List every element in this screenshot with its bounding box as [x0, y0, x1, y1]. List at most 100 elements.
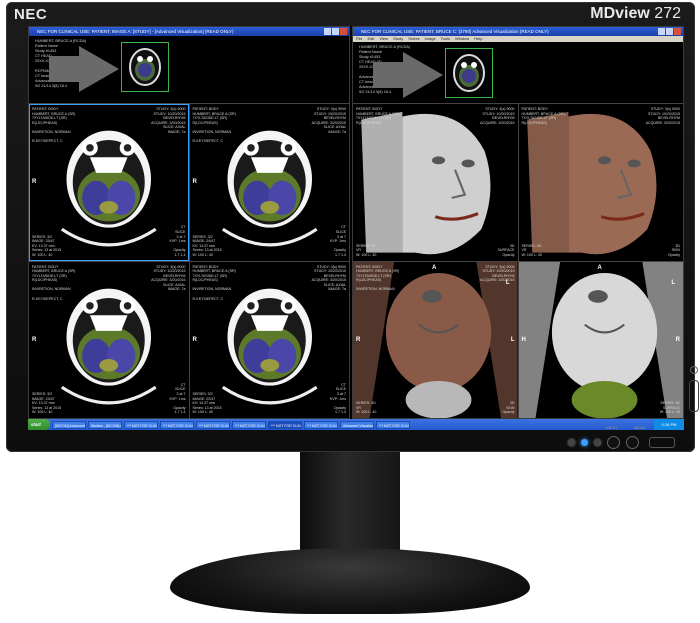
ct-viewport-4[interactable]: PATIENT: BODY HUMBERT, BRUCE A (SR) 7XYL…: [189, 261, 349, 418]
menu-item-help[interactable]: Help: [474, 36, 482, 41]
left-study-header: HUMBERT, BRUCE A (RCDA) Patient Name Stu…: [29, 36, 349, 104]
arrow-icon-body: [373, 62, 405, 88]
menu-item-window[interactable]: Window: [455, 36, 469, 41]
study-info-overlay: STUDY: 3(s) 9000 STUDY: 10/20/2015 BEVEL…: [311, 264, 346, 292]
ct-viewport-2[interactable]: PATIENT: BODY HUMBERT, BRUCE A (SR) 7XYL…: [189, 104, 349, 261]
orientation-label: A: [431, 264, 437, 271]
3d-volume-rendering[interactable]: [518, 104, 684, 261]
series-info-overlay: SERIES: 3D VR W: 100 L: 40: [356, 401, 377, 415]
start-button[interactable]: start: [28, 419, 50, 430]
arrow-icon: [403, 52, 443, 98]
window-level-overlay: CT SLICE 3 at 7 KVP: 1ms Opacity 1.7 1.4: [169, 382, 186, 415]
monitor-stand-neck: [300, 452, 400, 562]
taskbar-item[interactable]: *** NOT FOR CLINICA...: [304, 420, 338, 429]
render-info-overlay: 3D SURFACE Opacity: [497, 243, 515, 257]
series-thumbnail[interactable]: [445, 48, 493, 98]
taskbar-item[interactable]: *** NOT FOR CLINICA...: [124, 420, 158, 429]
series-info-overlay: SERIES: 3/2 IMAGE: 24/47 KV: 13.37 mm Se…: [192, 234, 222, 257]
minimize-icon[interactable]: [658, 28, 665, 35]
screen: NEC FOR CLINICAL USE: PATIENT, IMAGE A: …: [28, 26, 684, 430]
menu-item-study[interactable]: Study: [393, 36, 403, 41]
close-icon[interactable]: [674, 28, 681, 35]
taskbar-item[interactable]: *** NOT FOR CLINICA...: [268, 420, 302, 429]
taskbar-item[interactable]: *** NOT FOR CLINICA...: [196, 420, 230, 429]
series-info-overlay: SERIES: 3D VR W: 100 L: 40: [356, 243, 377, 257]
right-window-title: NEC FOR CLINICAL USE: PATIENT, BRUCE C: …: [361, 29, 549, 34]
render-info-overlay: 3D SKIN Opacity: [667, 243, 680, 257]
navigation-key[interactable]: [649, 437, 675, 448]
orientation-label: R: [32, 336, 37, 343]
right-study-header: HUMBERT, BRUCE A (RCDA) Patient Name Stu…: [353, 42, 683, 104]
menu-item-tools[interactable]: Tools: [441, 36, 450, 41]
maximize-icon[interactable]: [332, 28, 339, 35]
series-info-overlay: SERIES: 3/2 IMAGE: 22/47 KV: 13.37 mm Se…: [192, 392, 222, 415]
left-image-grid: PATIENT: BODY HUMBERT, BRUCE A (SR) 7XYL…: [29, 104, 349, 418]
indicator-led: [568, 439, 575, 446]
menu-item-file[interactable]: File: [356, 36, 362, 41]
taskbar-item[interactable]: *** NOT FOR CLINICA...: [232, 420, 266, 429]
arrow-icon-body: [49, 56, 81, 82]
input-button[interactable]: [607, 436, 620, 449]
3d-volume-rendering[interactable]: [353, 104, 518, 261]
system-tray-clock[interactable]: 4:28 PM: [654, 419, 684, 430]
taskbar-item[interactable]: *** NOT FOR CLINICA...: [160, 420, 194, 429]
arrow-icon: [79, 46, 119, 92]
study-info-overlay: STUDY: 3(s) 9000 STUDY: 10/20/2015 BEVEL…: [151, 107, 186, 134]
orientation-label: L: [505, 280, 510, 287]
maximize-icon[interactable]: [666, 28, 673, 35]
orientation-label: L: [510, 336, 515, 343]
patient-info-overlay: PATIENT: BODY HUMBERT, BRUCE A (SR) 7XYL…: [192, 107, 236, 144]
series-info-overlay: SERIES: 3/2 IMAGE: 25/47 KV: 13.37 mm Se…: [32, 234, 62, 257]
hardware-button-label: MENU: [634, 425, 646, 430]
minimize-icon[interactable]: [324, 28, 331, 35]
right-image-grid: PATIENT: BODY HUMBERT, BRUCE A (SR) 7XYL…: [353, 104, 683, 418]
thumbnail-scan-icon: [453, 54, 485, 92]
orientation-label: R: [356, 336, 361, 343]
taskbar: start [DICOM] Advanced Vis...Studies - […: [28, 419, 684, 430]
power-button[interactable]: [689, 380, 699, 412]
series-info-overlay: SERIES: 3/2 IMAGE: 23/47 KV: 13.37 mm Se…: [32, 392, 62, 415]
hardware-button-label: INPUT: [606, 425, 618, 430]
orientation-label: L: [671, 280, 675, 287]
3d-volume-rendering[interactable]: [518, 261, 684, 419]
3d-viewport-1[interactable]: PATIENT: BODY HUMBERT, BRUCE A (SR) 7XYL…: [353, 104, 518, 261]
ct-viewport-3[interactable]: PATIENT: BODY HUMBERT, BRUCE A (SR) 7XYL…: [29, 261, 189, 418]
side-sensor: [690, 366, 698, 374]
3d-viewport-4[interactable]: SERIES: 3D SURFACE W: 100 L: 40 A H R L: [518, 261, 684, 419]
taskbar-item[interactable]: [DICOM] Advanced Vis...: [52, 420, 86, 429]
patient-info-overlay: PATIENT: BODY HUMBERT, BRUCE A (SR) 7XYL…: [32, 264, 76, 301]
model-label: MDview 272: [590, 5, 681, 23]
taskbar-item[interactable]: *** NOT FOR CLINICA...: [376, 420, 410, 429]
series-thumbnail[interactable]: [121, 42, 169, 92]
render-info-overlay: SERIES: 3D SURFACE W: 100 L: 40: [659, 401, 680, 415]
ct-viewport-1[interactable]: PATIENT: BODY HUMBERT, BRUCE A (SR) 7XYL…: [29, 104, 189, 261]
menu-item-view[interactable]: View: [379, 36, 388, 41]
menu-item-edit[interactable]: Edit: [367, 36, 374, 41]
study-info-overlay: STUDY: 3(s) 9000 STUDY: 10/20/2015 BEVEL…: [151, 264, 186, 292]
3d-viewport-2[interactable]: PATIENT: BODY HUMBERT, BRUCE A (SR) 7XYL…: [518, 104, 684, 261]
menu-item-image[interactable]: Image: [425, 36, 436, 41]
series-info-overlay: SERIES: 3D VR W: 100 L: 40: [521, 243, 542, 257]
study-info-overlay: STUDY: 3(s) 9000 STUDY: 10/20/2015 BEVEL…: [645, 107, 680, 125]
patient-info-overlay: PATIENT: BODY HUMBERT, BRUCE A (SR) 7XYL…: [32, 107, 76, 144]
taskbar-item[interactable]: Advanced Visualizati...: [340, 420, 374, 429]
close-icon[interactable]: [340, 28, 347, 35]
monitor-button-labels: INPUT MENU: [606, 425, 646, 430]
3d-viewport-3[interactable]: PATIENT: BODY HUMBERT, BRUCE A (SR) 7XYL…: [353, 261, 518, 418]
orientation-label: A: [597, 264, 602, 271]
thumbnail-scan-icon: [129, 48, 161, 86]
patient-info-overlay: PATIENT: BODY HUMBERT, BRUCE A (SR) 7XYL…: [356, 107, 400, 125]
right-window-title-bar[interactable]: NEC FOR CLINICAL USE: PATIENT, BRUCE C: …: [353, 27, 683, 36]
render-info-overlay: 3D SKIN Opacity: [502, 401, 515, 415]
left-window-title-bar[interactable]: NEC FOR CLINICAL USE: PATIENT, IMAGE A: …: [29, 27, 349, 36]
right-viewer-window: NEC FOR CLINICAL USE: PATIENT, BRUCE C: …: [352, 26, 684, 419]
menu-button[interactable]: [626, 436, 639, 449]
model-number: 272: [654, 5, 681, 22]
model-prefix: MDview: [590, 5, 650, 22]
brand-logo: NEC: [14, 6, 48, 23]
orientation-label: R: [32, 179, 37, 186]
indicator-led: [594, 439, 601, 446]
menu-item-series[interactable]: Series: [408, 36, 419, 41]
taskbar-item[interactable]: Studies - [DICOM] Adv...: [88, 420, 122, 429]
power-led-icon: [581, 439, 588, 446]
